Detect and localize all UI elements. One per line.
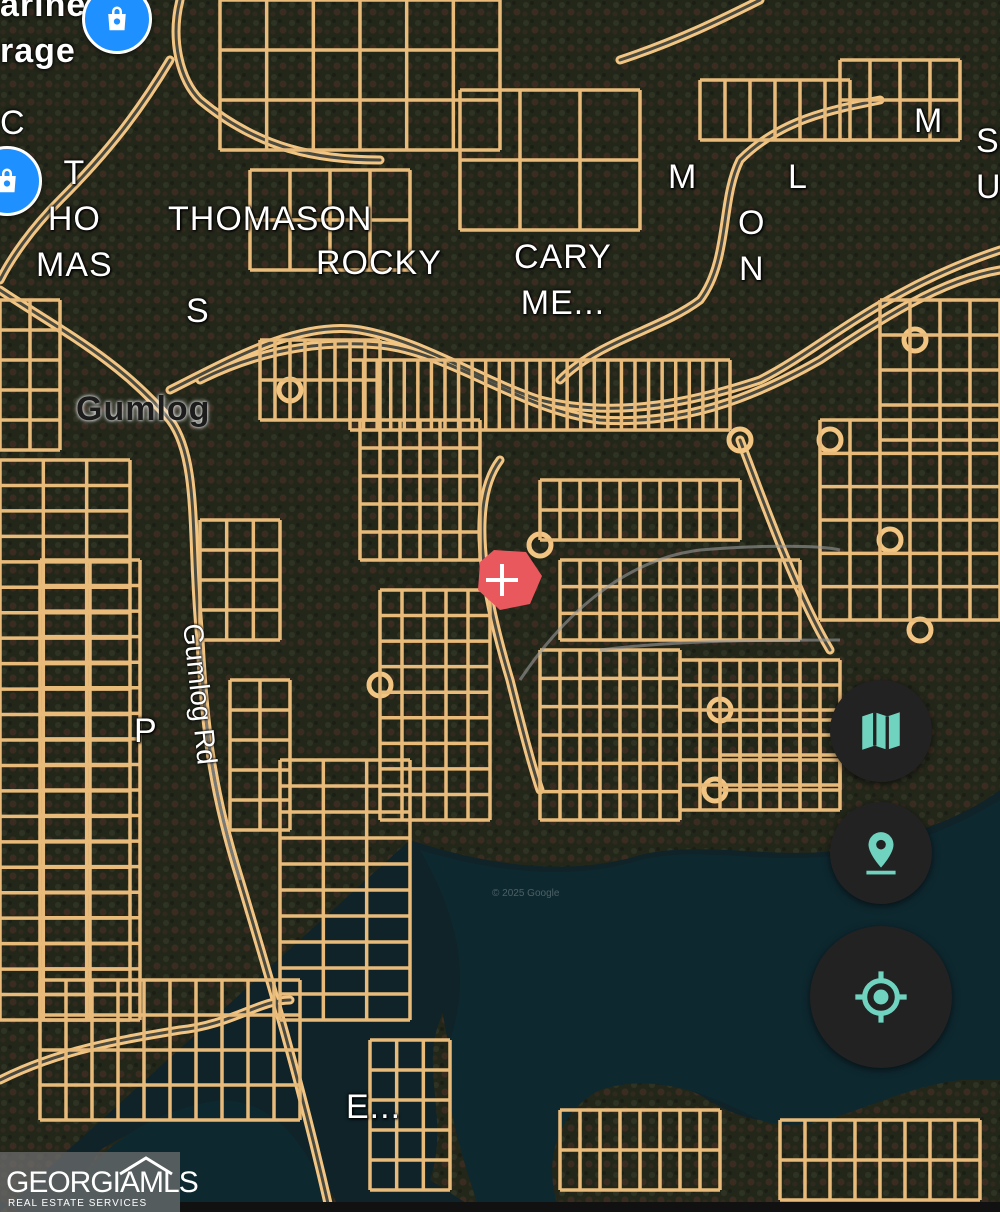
street-label-m1: M bbox=[668, 158, 698, 196]
location-pin-button[interactable] bbox=[830, 802, 932, 904]
street-label-l: L bbox=[788, 158, 808, 196]
map-watermark: © 2025 Google bbox=[492, 888, 560, 899]
map-icon bbox=[862, 712, 900, 750]
plus-icon bbox=[486, 564, 518, 596]
street-label-s: S bbox=[186, 292, 210, 330]
bottom-bar bbox=[180, 1202, 1000, 1212]
location-pin-icon bbox=[866, 832, 896, 875]
map-type-button[interactable] bbox=[830, 680, 932, 782]
street-label-thomason: THOMASON bbox=[168, 200, 373, 238]
street-label-e: E... bbox=[346, 1088, 402, 1126]
georgia-mls-logo: GEORGIAMLS REAL ESTATE SERVICES bbox=[0, 1152, 199, 1212]
street-label-cary-me: CARY ME... bbox=[514, 238, 612, 322]
street-label-p: P bbox=[134, 712, 158, 750]
my-location-button[interactable] bbox=[810, 926, 952, 1068]
street-label-s-u: S U bbox=[976, 122, 1000, 206]
place-label-gumlog: Gumlog bbox=[76, 390, 211, 428]
logo-text: GEORGIAMLS bbox=[6, 1166, 199, 1199]
street-label-rocky: ROCKY bbox=[316, 244, 442, 282]
street-label-o-n: O N bbox=[738, 204, 766, 288]
street-label-m2: M bbox=[914, 102, 944, 140]
street-label-thomas: T HO MAS bbox=[36, 154, 113, 284]
crosshair-icon bbox=[855, 971, 907, 1023]
logo-subtext: REAL ESTATE SERVICES bbox=[8, 1198, 148, 1209]
place-label-c: C bbox=[0, 104, 26, 142]
place-label-garage: arine rage bbox=[0, 0, 87, 70]
property-marker[interactable] bbox=[474, 548, 544, 612]
